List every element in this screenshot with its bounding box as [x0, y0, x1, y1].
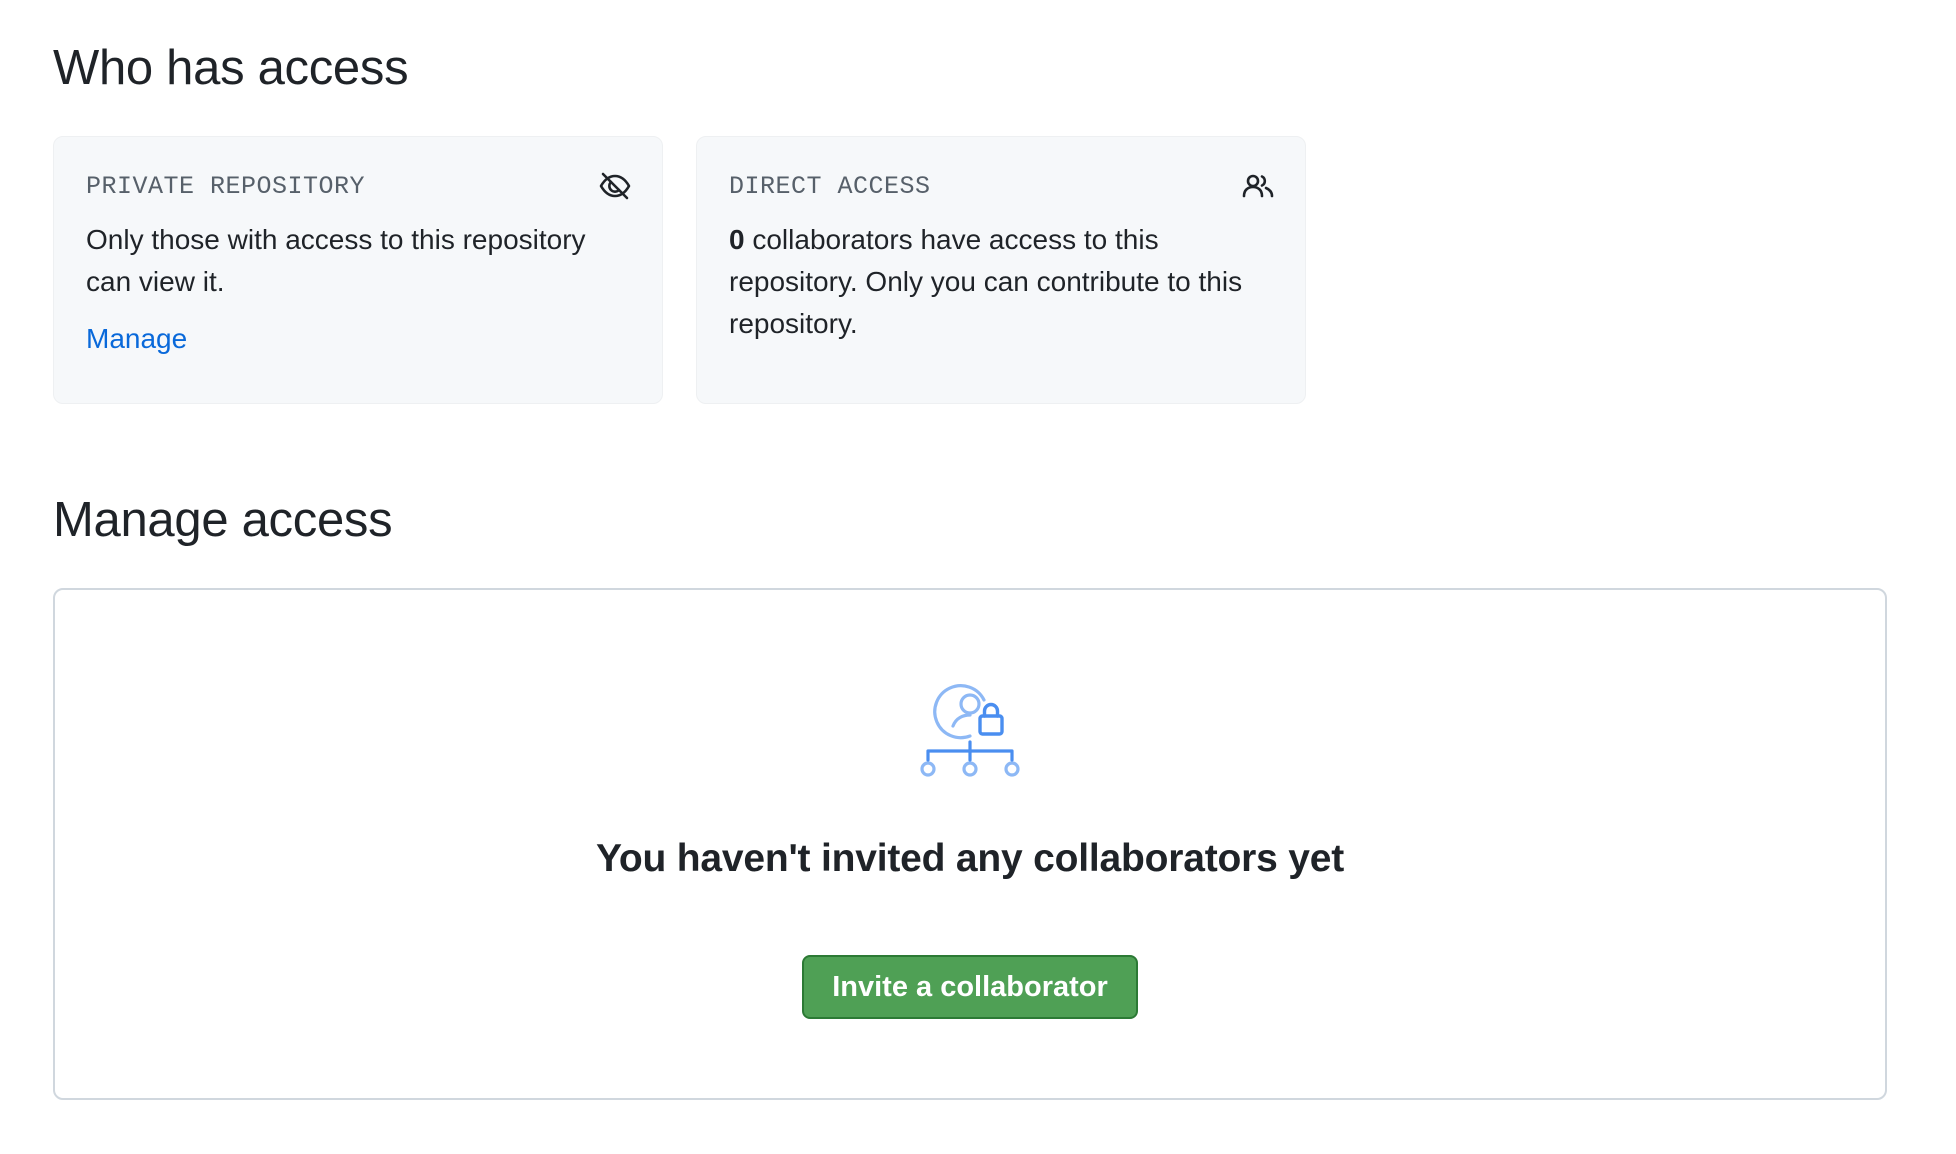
direct-access-card: DIRECT ACCESS 0 collaborators have acces…	[696, 136, 1306, 404]
invite-collaborator-button[interactable]: Invite a collaborator	[802, 955, 1138, 1019]
manage-visibility-link[interactable]: Manage	[86, 323, 187, 355]
private-repository-label: PRIVATE REPOSITORY	[86, 171, 366, 201]
private-repository-card: PRIVATE REPOSITORY Only those with acces…	[53, 136, 663, 404]
private-repository-description: Only those with access to this repositor…	[86, 224, 586, 297]
no-collaborators-heading: You haven't invited any collaborators ye…	[595, 837, 1345, 880]
direct-access-text: collaborators have access to this reposi…	[729, 224, 1243, 339]
manage-access-blankslate: You haven't invited any collaborators ye…	[53, 588, 1887, 1100]
eye-closed-icon	[598, 169, 632, 203]
direct-access-card-header: DIRECT ACCESS	[729, 169, 1275, 203]
collaborator-count: 0	[729, 224, 745, 255]
direct-access-label: DIRECT ACCESS	[729, 171, 931, 201]
access-summary-cards: PRIVATE REPOSITORY Only those with acces…	[53, 136, 1306, 404]
people-icon	[1241, 169, 1275, 203]
who-has-access-heading: Who has access	[53, 41, 409, 95]
manage-access-heading: Manage access	[53, 493, 393, 547]
private-repository-card-header: PRIVATE REPOSITORY	[86, 169, 632, 203]
direct-access-description: 0 collaborators have access to this repo…	[729, 219, 1273, 345]
person-lock-network-icon	[920, 684, 1020, 777]
